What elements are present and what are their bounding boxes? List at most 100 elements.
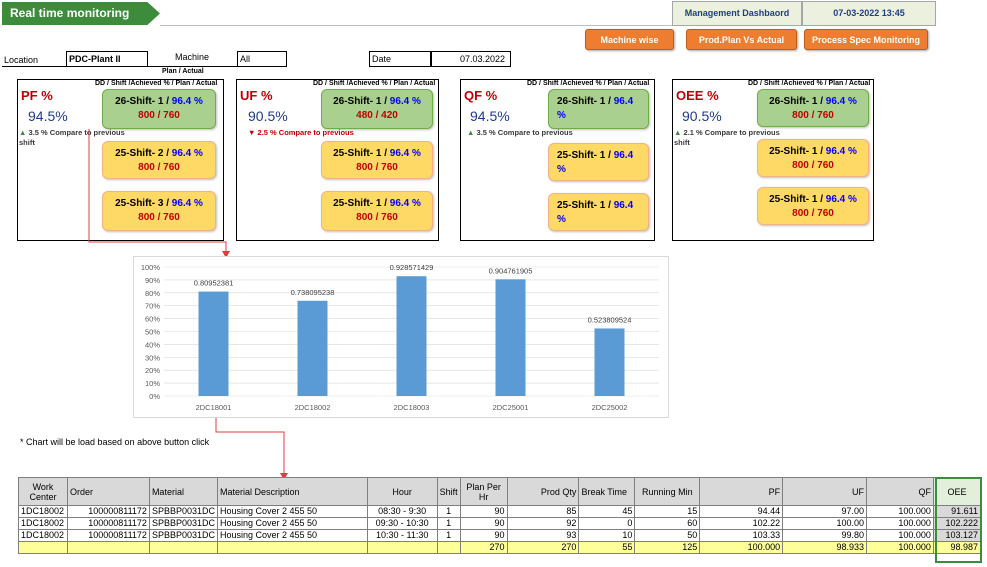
bar-chart: 0% 10% 20% 30% 40% 50% 60% 70% 80% 90% 100% 0.80952… [133,256,669,418]
cell-work-center: 1DC18002 [18,505,68,518]
y-tick-label: 40% [145,340,160,349]
bar [594,328,625,396]
total-work-center [18,541,68,554]
y-tick-label: 100% [141,263,161,272]
col-plan-per-hr: Plan Per Hr [459,477,508,506]
total-running-min: 125 [634,541,701,554]
col-prod-qty: Prod Qty [506,477,580,506]
data-label: 0.523809524 [588,315,632,324]
cell-qf: 100.000 [866,529,934,542]
cell-break-time: 45 [578,505,636,518]
cell-hour: 08:30 - 9:30 [366,505,438,518]
x-tick-label: 2DC18002 [295,403,331,412]
total-material-description [216,541,368,554]
total-qf: 100.000 [866,541,934,554]
data-label: 0.738095238 [291,288,335,297]
total-material [148,541,218,554]
cell-material-description: Housing Cover 2 455 50 [216,505,368,518]
cell-hour: 09:30 - 10:30 [366,517,438,530]
cell-shift: 1 [436,517,461,530]
cell-work-center: 1DC18002 [18,529,68,542]
cell-shift: 1 [436,529,461,542]
cell-oee: 103.127 [932,529,982,542]
x-tick-label: 2DC18003 [394,403,430,412]
cell-order: 100000811172 [66,529,150,542]
table-total-row: 270 270 55 125 100.000 98.933 100.000 98.987 [18,541,982,554]
col-uf: UF [782,477,868,506]
total-order [66,541,150,554]
cell-material: SPBBP0031DC [148,529,218,542]
cell-pf: 94.44 [699,505,784,518]
col-hour: Hour [366,477,438,506]
cell-prod-qty: 92 [506,517,580,530]
col-order: Order [66,477,150,506]
cell-oee: 91.611 [932,505,982,518]
y-tick-label: 30% [145,353,160,362]
cell-prod-qty: 85 [506,505,580,518]
total-prod-qty: 270 [506,541,580,554]
col-oee: OEE [932,477,982,506]
cell-running-min: 15 [634,505,701,518]
col-shift: Shift [436,477,461,506]
total-pf: 100.000 [699,541,784,554]
total-plan-per-hr: 270 [459,541,508,554]
col-material: Material [148,477,218,506]
table-header-row: Work Center Order Material Material Desc… [18,477,982,506]
cell-uf: 97.00 [782,505,868,518]
cell-material: SPBBP0031DC [148,517,218,530]
cell-work-center: 1DC18002 [18,517,68,530]
col-pf: PF [699,477,784,506]
data-label: 0.904761905 [489,266,533,275]
cell-oee: 102.222 [932,517,982,530]
bar [297,300,328,396]
production-table: Work Center Order Material Material Desc… [18,477,982,554]
cell-pf: 103.33 [699,529,784,542]
total-oee: 98.987 [932,541,982,554]
total-uf: 98.933 [782,541,868,554]
cell-break-time: 0 [578,517,636,530]
cell-plan-per-hr: 90 [459,505,508,518]
chart-note: * Chart will be load based on above butt… [20,437,210,447]
x-tick-label: 2DC18001 [196,403,232,412]
data-label: 0.80952381 [194,279,234,288]
table-row[interactable]: 1DC18002 100000811172 SPBBP0031DC Housing C… [18,529,982,542]
table-row[interactable]: 1DC18002 100000811172 SPBBP0031DC Housing C… [18,517,982,530]
y-tick-label: 20% [145,366,160,375]
cell-prod-qty: 93 [506,529,580,542]
cell-hour: 10:30 - 11:30 [366,529,438,542]
cell-plan-per-hr: 90 [459,517,508,530]
col-running-min: Running Min [634,477,701,506]
connector-line-top [88,129,227,252]
col-break-time: Break Time [578,477,636,506]
cell-plan-per-hr: 90 [459,529,508,542]
total-shift [436,541,461,554]
col-qf: QF [866,477,934,506]
cell-material-description: Housing Cover 2 455 50 [216,529,368,542]
cell-running-min: 60 [634,517,701,530]
cell-material-description: Housing Cover 2 455 50 [216,517,368,530]
y-tick-label: 0% [149,392,160,401]
chart-canvas: 0% 10% 20% 30% 40% 50% 60% 70% 80% 90% 100% 0.80952… [141,263,659,412]
y-tick-label: 60% [145,315,160,324]
total-hour [366,541,438,554]
col-work-center: Work Center [18,477,68,506]
y-tick-label: 50% [145,328,160,337]
y-tick-label: 90% [145,276,160,285]
x-tick-label: 2DC25001 [493,403,529,412]
cell-running-min: 50 [634,529,701,542]
data-label: 0.928571429 [390,263,434,272]
col-material-description: Material Description [216,477,368,506]
bar [495,279,526,396]
cell-pf: 102.22 [699,517,784,530]
table-row[interactable]: 1DC18002 100000811172 SPBBP0031DC Housing C… [18,505,982,518]
y-tick-label: 80% [145,289,160,298]
cell-uf: 100.00 [782,517,868,530]
cell-qf: 100.000 [866,517,934,530]
cell-qf: 100.000 [866,505,934,518]
total-break-time: 55 [578,541,636,554]
cell-order: 100000811172 [66,517,150,530]
cell-shift: 1 [436,505,461,518]
y-tick-label: 10% [145,379,160,388]
x-tick-label: 2DC25002 [592,403,628,412]
cell-material: SPBBP0031DC [148,505,218,518]
